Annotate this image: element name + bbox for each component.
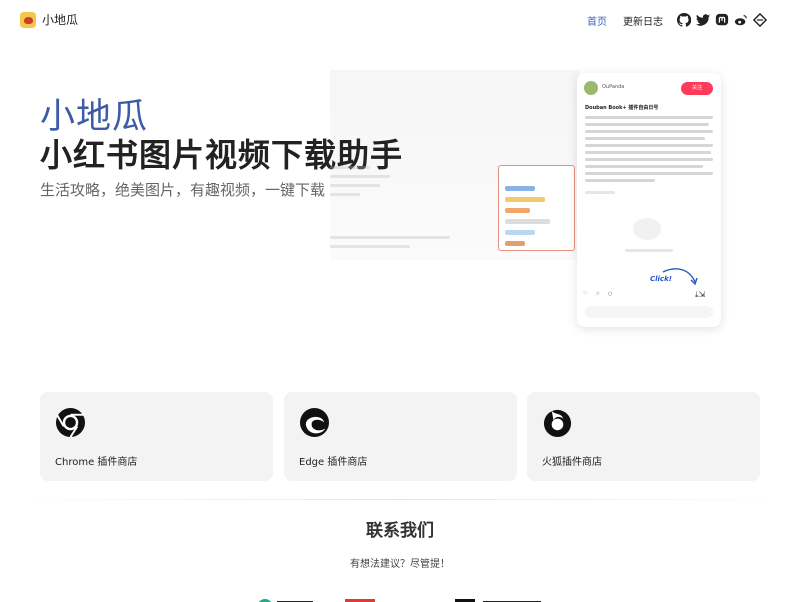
follow-button[interactable]: 关注 bbox=[681, 82, 713, 95]
preview-post-title: Douban Book+ 插件自由日号 bbox=[585, 105, 659, 111]
post-text-line bbox=[585, 130, 713, 133]
firefox-store-label: 火狐插件商店 bbox=[542, 457, 602, 468]
edge-store-card[interactable]: Edge 插件商店 bbox=[284, 392, 517, 481]
section-divider bbox=[10, 499, 790, 500]
nav-changelog-link[interactable]: 更新日志 bbox=[623, 13, 663, 28]
post-date-line bbox=[585, 191, 615, 194]
nav-links: 首页 更新日志 bbox=[587, 13, 663, 28]
post-text-line bbox=[585, 151, 711, 154]
top-nav: 小地瓜 首页 更新日志 bbox=[0, 0, 800, 40]
hero-subtitle: 生活攻略，绝美图片，有趣视频，一键下载 bbox=[40, 181, 326, 199]
empty-comment-illustration bbox=[633, 218, 661, 240]
comment-input[interactable] bbox=[585, 306, 713, 318]
contact-subtitle: 有想法建议？尽管提！ bbox=[350, 559, 450, 570]
avatar bbox=[584, 81, 598, 95]
sweet-potato-logo-icon bbox=[20, 11, 36, 28]
preview-popup-mockup bbox=[498, 165, 575, 251]
preview-background-mockup bbox=[330, 160, 495, 260]
post-text-line bbox=[585, 123, 709, 126]
chrome-store-label: Chrome 插件商店 bbox=[55, 457, 138, 468]
preview-username: OuPanda bbox=[602, 84, 625, 90]
firefox-store-card[interactable]: 火狐插件商店 bbox=[527, 392, 760, 481]
edge-store-label: Edge 插件商店 bbox=[299, 457, 368, 468]
sponsor-logos bbox=[255, 592, 555, 602]
social-links bbox=[676, 12, 772, 28]
chrome-icon bbox=[55, 407, 86, 438]
contact-title: 联系我们 bbox=[366, 521, 434, 541]
weibo-icon[interactable] bbox=[734, 12, 748, 26]
click-arrow-icon bbox=[662, 268, 698, 286]
post-text-line bbox=[585, 179, 655, 182]
like-icon[interactable]: ♡ bbox=[583, 291, 587, 297]
nav-home-link[interactable]: 首页 bbox=[587, 13, 607, 28]
preview-post-card: OuPanda 关注 Douban Book+ 插件自由日号 Click! ♡ … bbox=[577, 73, 721, 327]
download-icon[interactable]: ⤓⇲ bbox=[695, 290, 705, 300]
post-text-line bbox=[585, 144, 713, 147]
chrome-store-card[interactable]: Chrome 插件商店 bbox=[40, 392, 273, 481]
brand-name: 小地瓜 bbox=[42, 13, 79, 27]
edge-icon bbox=[299, 407, 330, 438]
brand[interactable]: 小地瓜 bbox=[20, 11, 78, 28]
sspai-icon[interactable] bbox=[752, 12, 768, 28]
post-text-line bbox=[585, 158, 713, 161]
comment-icon[interactable]: ○ bbox=[608, 291, 612, 297]
mastodon-icon[interactable] bbox=[715, 12, 729, 26]
post-action-bar: ♡ ☆ ○ bbox=[583, 291, 620, 297]
twitter-icon[interactable] bbox=[696, 12, 710, 26]
post-text-line bbox=[585, 116, 713, 119]
github-icon[interactable] bbox=[676, 12, 692, 27]
empty-comment-line bbox=[625, 249, 673, 252]
post-text-line bbox=[585, 137, 705, 140]
firefox-icon bbox=[543, 409, 572, 438]
post-text-line bbox=[585, 165, 703, 168]
star-icon[interactable]: ☆ bbox=[595, 291, 599, 297]
post-text-line bbox=[585, 172, 713, 175]
